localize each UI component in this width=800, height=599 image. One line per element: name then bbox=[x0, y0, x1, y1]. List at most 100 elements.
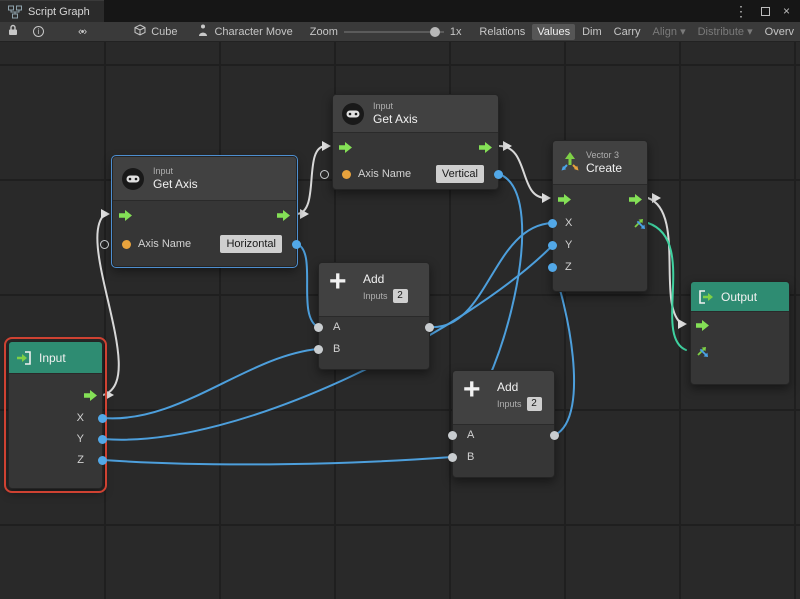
input-icon bbox=[16, 350, 32, 366]
flow-out-port[interactable] bbox=[629, 194, 642, 205]
cube-breadcrumb[interactable]: Cube bbox=[127, 22, 184, 41]
vector3-icon bbox=[560, 152, 580, 172]
align-label: Align bbox=[653, 26, 677, 38]
x-out-port[interactable] bbox=[98, 414, 107, 423]
node-title: Input bbox=[39, 351, 66, 365]
add-icon: + bbox=[329, 267, 347, 297]
vector-out-port[interactable] bbox=[632, 216, 646, 230]
zoom-label: Zoom bbox=[310, 26, 338, 38]
gamepad-icon bbox=[122, 168, 144, 190]
character-icon bbox=[197, 24, 209, 39]
node-header[interactable]: + Add Inputs 2 bbox=[453, 371, 554, 425]
input-b-port[interactable] bbox=[448, 453, 457, 462]
distribute-label: Distribute bbox=[698, 26, 744, 38]
node-header[interactable]: Output bbox=[691, 282, 789, 312]
zoom-slider[interactable] bbox=[344, 26, 444, 38]
inputs-count-field[interactable]: 2 bbox=[527, 397, 542, 411]
zoom-control: Zoom 1x bbox=[310, 26, 462, 38]
node-title: Create bbox=[586, 161, 622, 175]
vector-in-port[interactable] bbox=[695, 344, 709, 358]
flow-in-port[interactable] bbox=[696, 320, 709, 331]
y-out-port[interactable] bbox=[98, 435, 107, 444]
node-vector3-create[interactable]: Vector 3 Create X Y Z bbox=[552, 140, 648, 292]
node-input[interactable]: Input X Y Z bbox=[8, 341, 103, 489]
value-out-port[interactable] bbox=[494, 170, 503, 179]
menu-icon[interactable]: ⋮ bbox=[734, 4, 748, 18]
toggle-values[interactable]: Values bbox=[532, 24, 575, 40]
node-header[interactable]: Input Get Axis bbox=[333, 95, 498, 133]
add-icon: + bbox=[463, 375, 481, 405]
sum-out-port[interactable] bbox=[550, 431, 559, 440]
window-controls: ⋮ × bbox=[734, 0, 800, 22]
z-in-port[interactable] bbox=[548, 263, 557, 272]
toggle-relations[interactable]: Relations bbox=[474, 24, 530, 40]
distribute-dropdown[interactable]: Distribute ▾ bbox=[693, 23, 758, 40]
view-toggles: Relations Values Dim Carry Align ▾ Distr… bbox=[473, 22, 800, 41]
input-a-label: A bbox=[333, 321, 340, 334]
input-b-label: B bbox=[333, 343, 340, 356]
node-title: Add bbox=[497, 380, 542, 394]
node-title: Get Axis bbox=[373, 112, 418, 126]
axis-name-port[interactable] bbox=[122, 240, 131, 249]
target-port[interactable] bbox=[100, 240, 109, 249]
node-header[interactable]: Input bbox=[9, 342, 102, 374]
graph-toolbar: i ‹•› Cube Character Move Zoom bbox=[0, 22, 800, 42]
z-label: Z bbox=[77, 454, 84, 467]
node-get-axis-horizontal[interactable]: Input Get Axis Axis Name Horizontal bbox=[112, 156, 297, 267]
chevron-down-icon: ▾ bbox=[680, 26, 686, 38]
axis-name-port[interactable] bbox=[342, 170, 351, 179]
x-in-port[interactable] bbox=[548, 219, 557, 228]
flow-in-port[interactable] bbox=[339, 142, 352, 153]
cube-icon bbox=[134, 24, 146, 39]
axis-name-field[interactable]: Horizontal bbox=[220, 235, 282, 253]
lock-icon bbox=[7, 24, 19, 39]
toggle-carry[interactable]: Carry bbox=[609, 24, 646, 40]
flow-in-port[interactable] bbox=[558, 194, 571, 205]
flow-out-port[interactable] bbox=[84, 390, 97, 401]
node-header[interactable]: + Add Inputs 2 bbox=[319, 263, 429, 317]
toggle-overview[interactable]: Overv bbox=[760, 24, 799, 40]
close-icon[interactable]: × bbox=[783, 4, 790, 18]
toggle-dim[interactable]: Dim bbox=[577, 24, 607, 40]
inputs-count-field[interactable]: 2 bbox=[393, 289, 408, 303]
character-move-breadcrumb[interactable]: Character Move bbox=[190, 22, 299, 41]
axis-name-label: Axis Name bbox=[138, 238, 191, 251]
align-dropdown[interactable]: Align ▾ bbox=[648, 23, 691, 40]
node-add-2[interactable]: + Add Inputs 2 A B bbox=[452, 370, 555, 478]
inspect-button[interactable]: ‹•› bbox=[71, 22, 93, 41]
y-in-port[interactable] bbox=[548, 241, 557, 250]
y-label: Y bbox=[77, 433, 84, 446]
inputs-label: Inputs bbox=[363, 291, 388, 302]
maximize-icon[interactable] bbox=[761, 7, 770, 16]
tab-title: Script Graph bbox=[28, 6, 90, 18]
input-a-label: A bbox=[467, 429, 474, 442]
input-a-port[interactable] bbox=[448, 431, 457, 440]
code-icon: ‹•› bbox=[78, 26, 86, 38]
info-icon: i bbox=[33, 26, 44, 37]
input-a-port[interactable] bbox=[314, 323, 323, 332]
input-b-label: B bbox=[467, 451, 474, 464]
flow-out-port[interactable] bbox=[277, 210, 290, 221]
flow-out-port[interactable] bbox=[479, 142, 492, 153]
node-get-axis-vertical[interactable]: Input Get Axis Axis Name Vertical bbox=[332, 94, 499, 190]
info-button[interactable]: i bbox=[26, 22, 51, 41]
node-header[interactable]: Vector 3 Create bbox=[553, 141, 647, 185]
sum-out-port[interactable] bbox=[425, 323, 434, 332]
axis-name-field[interactable]: Vertical bbox=[436, 165, 484, 183]
zoom-slider-handle[interactable] bbox=[430, 27, 440, 37]
value-out-port[interactable] bbox=[292, 240, 301, 249]
z-out-port[interactable] bbox=[98, 456, 107, 465]
node-title: Get Axis bbox=[153, 177, 198, 191]
node-header[interactable]: Input Get Axis bbox=[113, 157, 296, 201]
lock-button[interactable] bbox=[0, 22, 26, 41]
node-output[interactable]: Output bbox=[690, 281, 790, 385]
tab-script-graph[interactable]: Script Graph bbox=[0, 0, 104, 22]
chevron-down-icon: ▾ bbox=[747, 26, 753, 38]
tab-bar: Script Graph ⋮ × bbox=[0, 0, 800, 22]
flow-in-port[interactable] bbox=[119, 210, 132, 221]
input-b-port[interactable] bbox=[314, 345, 323, 354]
z-label: Z bbox=[565, 261, 572, 274]
target-port[interactable] bbox=[320, 170, 329, 179]
node-add-1[interactable]: + Add Inputs 2 A B bbox=[318, 262, 430, 370]
zoom-value: 1x bbox=[450, 26, 462, 38]
